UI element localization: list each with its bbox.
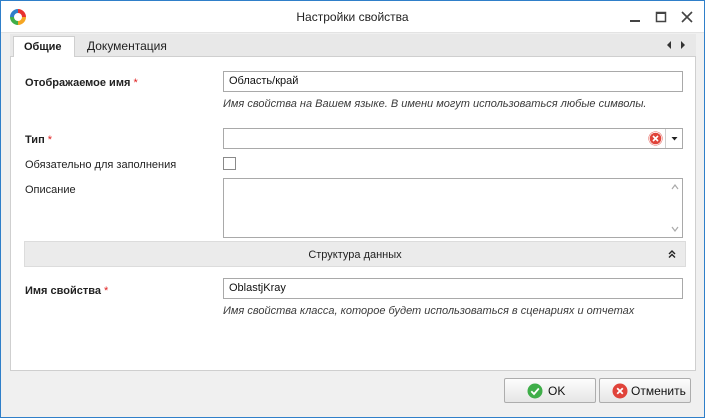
tab-general[interactable]: Общие	[13, 36, 75, 58]
window-title: Настройки свойства	[296, 10, 409, 24]
checkmark-icon	[527, 383, 543, 399]
tab-documentation[interactable]: Документация	[77, 36, 177, 58]
dialog-window: Настройки свойства Общие Документация От…	[0, 0, 705, 418]
data-structure-section-header[interactable]: Структура данных	[24, 241, 686, 267]
required-mark: *	[133, 77, 138, 89]
maximize-button[interactable]	[651, 7, 671, 27]
tab-scroll-right-button[interactable]	[678, 38, 688, 52]
display-name-label-text: Отображаемое имя	[25, 77, 131, 89]
chevron-left-icon	[667, 41, 671, 49]
section-title: Структура данных	[308, 249, 402, 261]
minimize-icon	[630, 20, 640, 22]
ok-button[interactable]: OK	[504, 378, 596, 403]
tab-content-general: Отображаемое имя * Область/край Имя свой…	[10, 57, 696, 371]
ok-button-label: OK	[548, 384, 566, 398]
type-dropdown-button[interactable]	[665, 129, 682, 148]
cancel-button-label: Отменить	[631, 384, 686, 398]
dialog-footer: OK Отменить	[1, 371, 704, 417]
cancel-button[interactable]: Отменить	[599, 378, 691, 403]
display-name-hint: Имя свойства на Вашем языке. В имени мог…	[223, 98, 647, 110]
tab-scroll-left-button[interactable]	[664, 38, 674, 52]
required-field-label: Обязательно для заполнения	[25, 159, 177, 171]
cancel-icon	[612, 383, 628, 399]
display-name-label: Отображаемое имя *	[25, 77, 138, 89]
property-name-input[interactable]: OblastjKray	[223, 278, 683, 299]
display-name-input[interactable]: Область/край	[223, 71, 683, 92]
chevron-down-icon	[671, 137, 678, 141]
description-label: Описание	[25, 184, 76, 196]
property-name-label-text: Имя свойства	[25, 285, 101, 297]
property-name-label: Имя свойства *	[25, 285, 108, 297]
collapse-up-icon	[668, 250, 676, 258]
type-select[interactable]	[223, 128, 683, 149]
required-mark: *	[104, 285, 109, 297]
clear-icon[interactable]	[648, 131, 663, 146]
title-bar: Настройки свойства	[1, 1, 704, 33]
description-textarea[interactable]	[223, 178, 683, 238]
required-mark: *	[47, 134, 53, 146]
scroll-up-icon[interactable]	[670, 182, 680, 192]
minimize-button[interactable]	[625, 7, 645, 27]
close-button[interactable]	[677, 7, 697, 27]
maximize-icon	[655, 11, 667, 23]
close-icon	[681, 11, 693, 23]
tab-bar: Общие Документация	[10, 34, 696, 58]
required-field-checkbox[interactable]	[223, 157, 236, 170]
type-label: Тип *	[25, 134, 52, 146]
property-name-hint: Имя свойства класса, которое будет испол…	[223, 305, 635, 317]
scroll-down-icon[interactable]	[670, 224, 680, 234]
chevron-right-icon	[681, 41, 685, 49]
type-label-text: Тип	[25, 134, 45, 146]
